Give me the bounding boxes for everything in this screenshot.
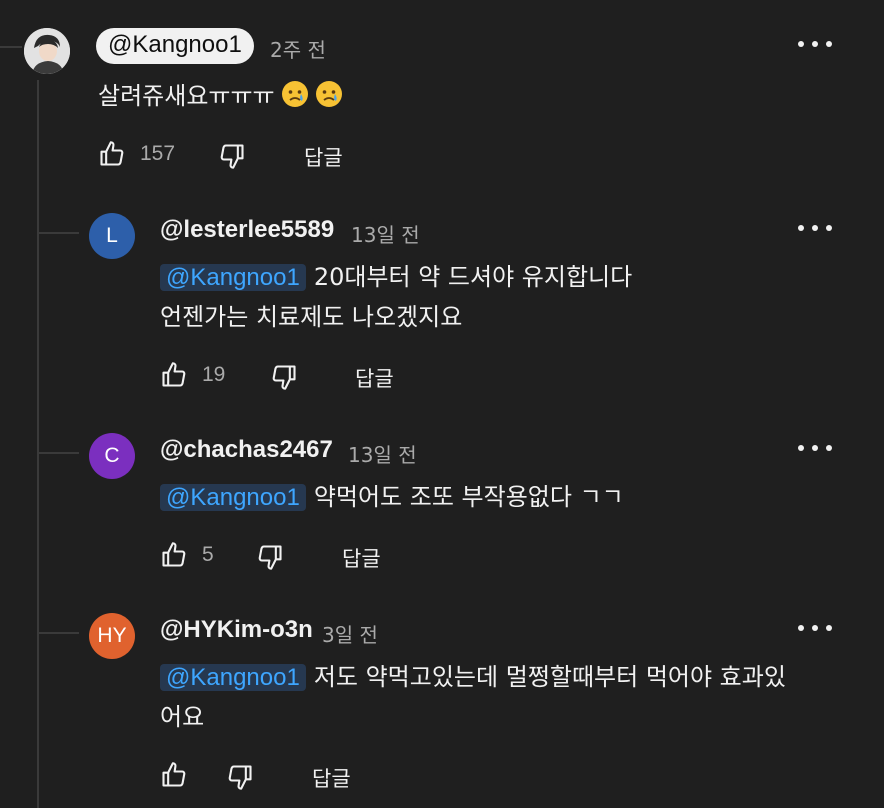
reply-button[interactable]: 답글 <box>355 363 394 393</box>
avatar[interactable]: HY <box>89 613 135 659</box>
comment-author-handle[interactable]: @Kangnoo1 <box>96 28 254 64</box>
more-actions-button[interactable] <box>798 222 832 234</box>
reply-button[interactable]: 답글 <box>304 142 343 172</box>
dislike-button[interactable] <box>270 363 298 391</box>
thumbs-down-icon <box>258 545 282 570</box>
like-button[interactable]: 5 <box>160 541 214 569</box>
reply-text-line: 언젠가는 치료제도 나오겠지요 <box>160 303 463 331</box>
comment-text-content: 살려쥬새요ㅠㅠㅠ <box>98 82 275 110</box>
reply-timestamp[interactable]: 13일 전 <box>348 439 417 468</box>
like-button[interactable]: 157 <box>98 140 175 168</box>
reply-text-line: 20대부터 약 드셔야 유지합니다 <box>313 263 633 291</box>
more-actions-button[interactable] <box>798 38 832 50</box>
dislike-button[interactable] <box>218 142 246 170</box>
more-actions-button[interactable] <box>798 622 832 634</box>
reply-text-line: 약먹어도 조또 부작용없다 ㄱㄱ <box>313 483 624 511</box>
like-count: 157 <box>140 142 176 165</box>
reply-author-handle[interactable]: @HYKim-o3n <box>160 616 313 644</box>
reply-text-line: 저도 약먹고있는데 멀쩡할때부터 먹어야 효과있 <box>313 663 786 691</box>
comment-timestamp[interactable]: 2주 전 <box>270 34 326 63</box>
crying-face-emoji-icon <box>281 81 308 107</box>
dot-icon <box>798 225 804 231</box>
reply-text-line: 어요 <box>160 703 205 731</box>
thread-line <box>37 80 39 808</box>
reply-button[interactable]: 답글 <box>312 763 351 793</box>
reply-author-handle[interactable]: @lesterlee5589 <box>160 216 334 244</box>
dot-icon <box>812 625 818 631</box>
dot-icon <box>798 41 804 47</box>
dot-icon <box>812 225 818 231</box>
thread-line-stub <box>0 46 22 48</box>
dot-icon <box>826 41 832 47</box>
dot-icon <box>798 625 804 631</box>
reply-timestamp[interactable]: 3일 전 <box>322 619 378 648</box>
like-button[interactable] <box>160 761 188 789</box>
mention-link[interactable]: @Kangnoo1 <box>160 264 306 291</box>
avatar[interactable]: L <box>89 213 135 259</box>
avatar[interactable]: C <box>89 433 135 479</box>
comment-text: 살려쥬새요ㅠㅠㅠ <box>98 76 343 116</box>
thread-branch <box>37 232 79 234</box>
like-count: 5 <box>202 543 214 566</box>
dislike-button[interactable] <box>226 763 254 791</box>
reply-author-handle[interactable]: @chachas2467 <box>160 436 333 464</box>
profile-photo-icon <box>24 28 70 74</box>
thumbs-up-icon <box>162 542 186 567</box>
dot-icon <box>826 225 832 231</box>
dislike-button[interactable] <box>256 543 284 571</box>
reply-button[interactable]: 답글 <box>342 543 381 573</box>
reply-text: @Kangnoo1 20대부터 약 드셔야 유지합니다 <box>160 257 632 298</box>
crying-face-emoji-icon <box>315 81 342 107</box>
avatar[interactable] <box>24 28 70 74</box>
reply-text: @Kangnoo1 약먹어도 조또 부작용없다 ㄱㄱ <box>160 477 624 518</box>
more-actions-button[interactable] <box>798 442 832 454</box>
mention-link[interactable]: @Kangnoo1 <box>160 664 306 691</box>
thumbs-down-icon <box>220 144 244 169</box>
dot-icon <box>812 445 818 451</box>
dot-icon <box>826 445 832 451</box>
like-count: 19 <box>202 363 226 386</box>
thumbs-up-icon <box>162 762 186 787</box>
thumbs-down-icon <box>228 765 252 790</box>
reply-timestamp[interactable]: 13일 전 <box>351 219 420 248</box>
dot-icon <box>812 41 818 47</box>
thumbs-down-icon <box>272 365 296 390</box>
thread-branch <box>37 632 79 634</box>
thread-branch <box>37 452 79 454</box>
reply-text: @Kangnoo1 저도 약먹고있는데 멀쩡할때부터 먹어야 효과있 <box>160 657 786 698</box>
mention-link[interactable]: @Kangnoo1 <box>160 484 306 511</box>
dot-icon <box>826 625 832 631</box>
like-button[interactable]: 19 <box>160 361 225 389</box>
thumbs-up-icon <box>162 362 186 387</box>
thumbs-up-icon <box>100 141 124 166</box>
dot-icon <box>798 445 804 451</box>
